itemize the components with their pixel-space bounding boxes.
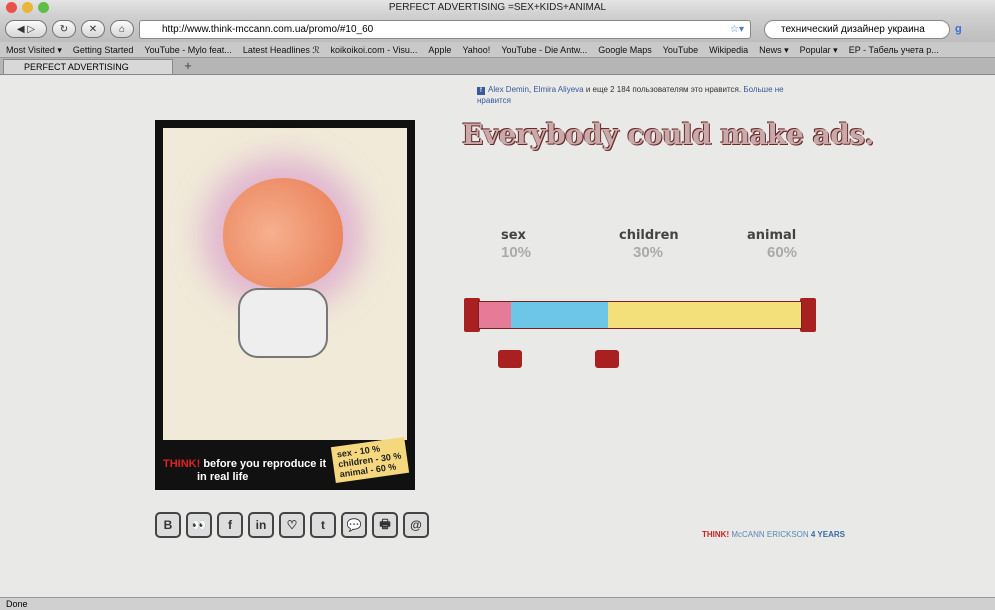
share-buttons: B 👀 f in ♡ t 💬 🖶 @: [155, 512, 429, 538]
poster-note: sex - 10 % children - 30 % animal - 60 %: [330, 437, 409, 483]
share-vkontakte-button[interactable]: B: [155, 512, 181, 538]
slider-segment-animal: [607, 302, 801, 328]
bookmark[interactable]: Wikipedia: [709, 42, 748, 57]
poster-image: THINK! before you reproduce it in real l…: [155, 120, 415, 490]
share-livejournal-button[interactable]: ♡: [279, 512, 305, 538]
stop-button[interactable]: ✕: [81, 20, 105, 38]
email-button[interactable]: @: [403, 512, 429, 538]
url-bar[interactable]: http://www.think-mccann.com.ua/promo/#10…: [139, 19, 751, 39]
poster-tagline: THINK! before you reproduce it in real l…: [163, 458, 326, 484]
slider-right-end: [800, 298, 816, 332]
bookmark-star-icon[interactable]: ☆▾: [730, 24, 744, 35]
slider-label-children: children: [619, 228, 679, 243]
reload-button[interactable]: ↻: [52, 20, 76, 38]
bookmark[interactable]: Latest Headlines ℛ: [243, 42, 320, 57]
url-text: http://www.think-mccann.com.ua/promo/#10…: [162, 23, 374, 35]
tab-active[interactable]: PERFECT ADVERTISING =SEX+KID...: [3, 59, 173, 86]
share-twitter-button[interactable]: t: [310, 512, 336, 538]
close-window-button[interactable]: [6, 2, 17, 13]
new-tab-button[interactable]: +: [178, 59, 198, 74]
bookmark[interactable]: Popular ▾: [800, 42, 838, 57]
bookmark[interactable]: YouTube: [663, 42, 698, 57]
think-logo: THINK!: [163, 458, 201, 470]
tagline-line1: before you reproduce it: [200, 458, 327, 470]
like-user-link[interactable]: Alex Demin: [488, 85, 529, 94]
bookmark[interactable]: koikoikoi.com - Visu...: [331, 42, 418, 57]
slider-segment-children: [511, 302, 608, 328]
navigation-toolbar: ◀ ▷ ↻ ✕ ⌂ http://www.think-mccann.com.ua…: [0, 16, 995, 42]
slider-segment-sex: [479, 302, 512, 328]
share-comment-button[interactable]: 💬: [341, 512, 367, 538]
headline: Everybody could make ads.: [462, 118, 874, 151]
facebook-icon: f: [477, 87, 485, 95]
bookmark[interactable]: News ▾: [759, 42, 789, 57]
like-user-link[interactable]: Elmira Aliyeva: [533, 85, 583, 94]
facebook-like-text: f Alex Demin, Elmira Aliyeva и еще 2 184 …: [477, 84, 797, 106]
slider-percent-sex: 10%: [501, 244, 532, 261]
zoom-window-button[interactable]: [38, 2, 49, 13]
search-input[interactable]: технический дизайнер украина: [764, 19, 950, 39]
share-odnoklassniki-button[interactable]: 👀: [186, 512, 212, 538]
slider-label-animal: animal: [747, 228, 797, 243]
slider-label-sex: sex: [501, 228, 526, 243]
bookmark[interactable]: Getting Started: [73, 42, 134, 57]
bookmark[interactable]: Google Maps: [598, 42, 652, 57]
title-bar: PERFECT ADVERTISING =SEX+KIDS+ANIMAL: [0, 0, 995, 16]
back-forward-button[interactable]: ◀ ▷: [5, 20, 47, 38]
bookmark[interactable]: Yahoo!: [462, 42, 490, 57]
bookmarks-bar: Most Visited ▾ Getting Started YouTube -…: [0, 42, 995, 58]
search-text: технический дизайнер украина: [781, 23, 925, 35]
bookmark[interactable]: YouTube - Mylo feat...: [144, 42, 231, 57]
bookmark[interactable]: YouTube - Die Antw...: [501, 42, 587, 57]
status-bar: Done: [0, 597, 995, 610]
slider-percent-animal: 60%: [767, 244, 798, 261]
share-facebook-button[interactable]: f: [217, 512, 243, 538]
window-title: PERFECT ADVERTISING =SEX+KIDS+ANIMAL: [388, 2, 607, 13]
status-text: Done: [6, 599, 28, 609]
bookmark[interactable]: Apple: [428, 42, 451, 57]
page-content: f Alex Demin, Elmira Aliyeva и еще 2 184 …: [0, 76, 995, 597]
minimize-window-button[interactable]: [22, 2, 33, 13]
logo-agency: McCANN ERICKSON: [729, 530, 809, 539]
logo-think: THINK!: [702, 530, 730, 539]
slider-handle-2[interactable]: [594, 350, 619, 368]
tagline-line2: in real life: [197, 471, 249, 483]
print-button[interactable]: 🖶: [372, 512, 398, 538]
bookmark[interactable]: EP - Табель учета р...: [849, 42, 939, 57]
slider-percent-children: 30%: [633, 244, 664, 261]
like-count-text: и еще 2 184 пользователям это нравится.: [583, 85, 744, 94]
google-search-icon[interactable]: g: [955, 23, 962, 35]
logo-years: 4 YEARS: [808, 530, 845, 539]
mccann-logo[interactable]: THINK! McCANN ERICKSON 4 YEARS: [702, 530, 845, 539]
poster-illustration: [163, 128, 407, 440]
tab-strip: PERFECT ADVERTISING =SEX+KID... +: [0, 58, 995, 86]
home-button[interactable]: ⌂: [110, 20, 134, 38]
bookmark[interactable]: Most Visited ▾: [6, 42, 62, 57]
slider-handle-1[interactable]: [498, 350, 523, 368]
share-linkedin-button[interactable]: in: [248, 512, 274, 538]
mix-slider-bar[interactable]: [478, 301, 802, 329]
baby-illustration: [223, 178, 343, 288]
diaper-illustration: [238, 288, 328, 358]
